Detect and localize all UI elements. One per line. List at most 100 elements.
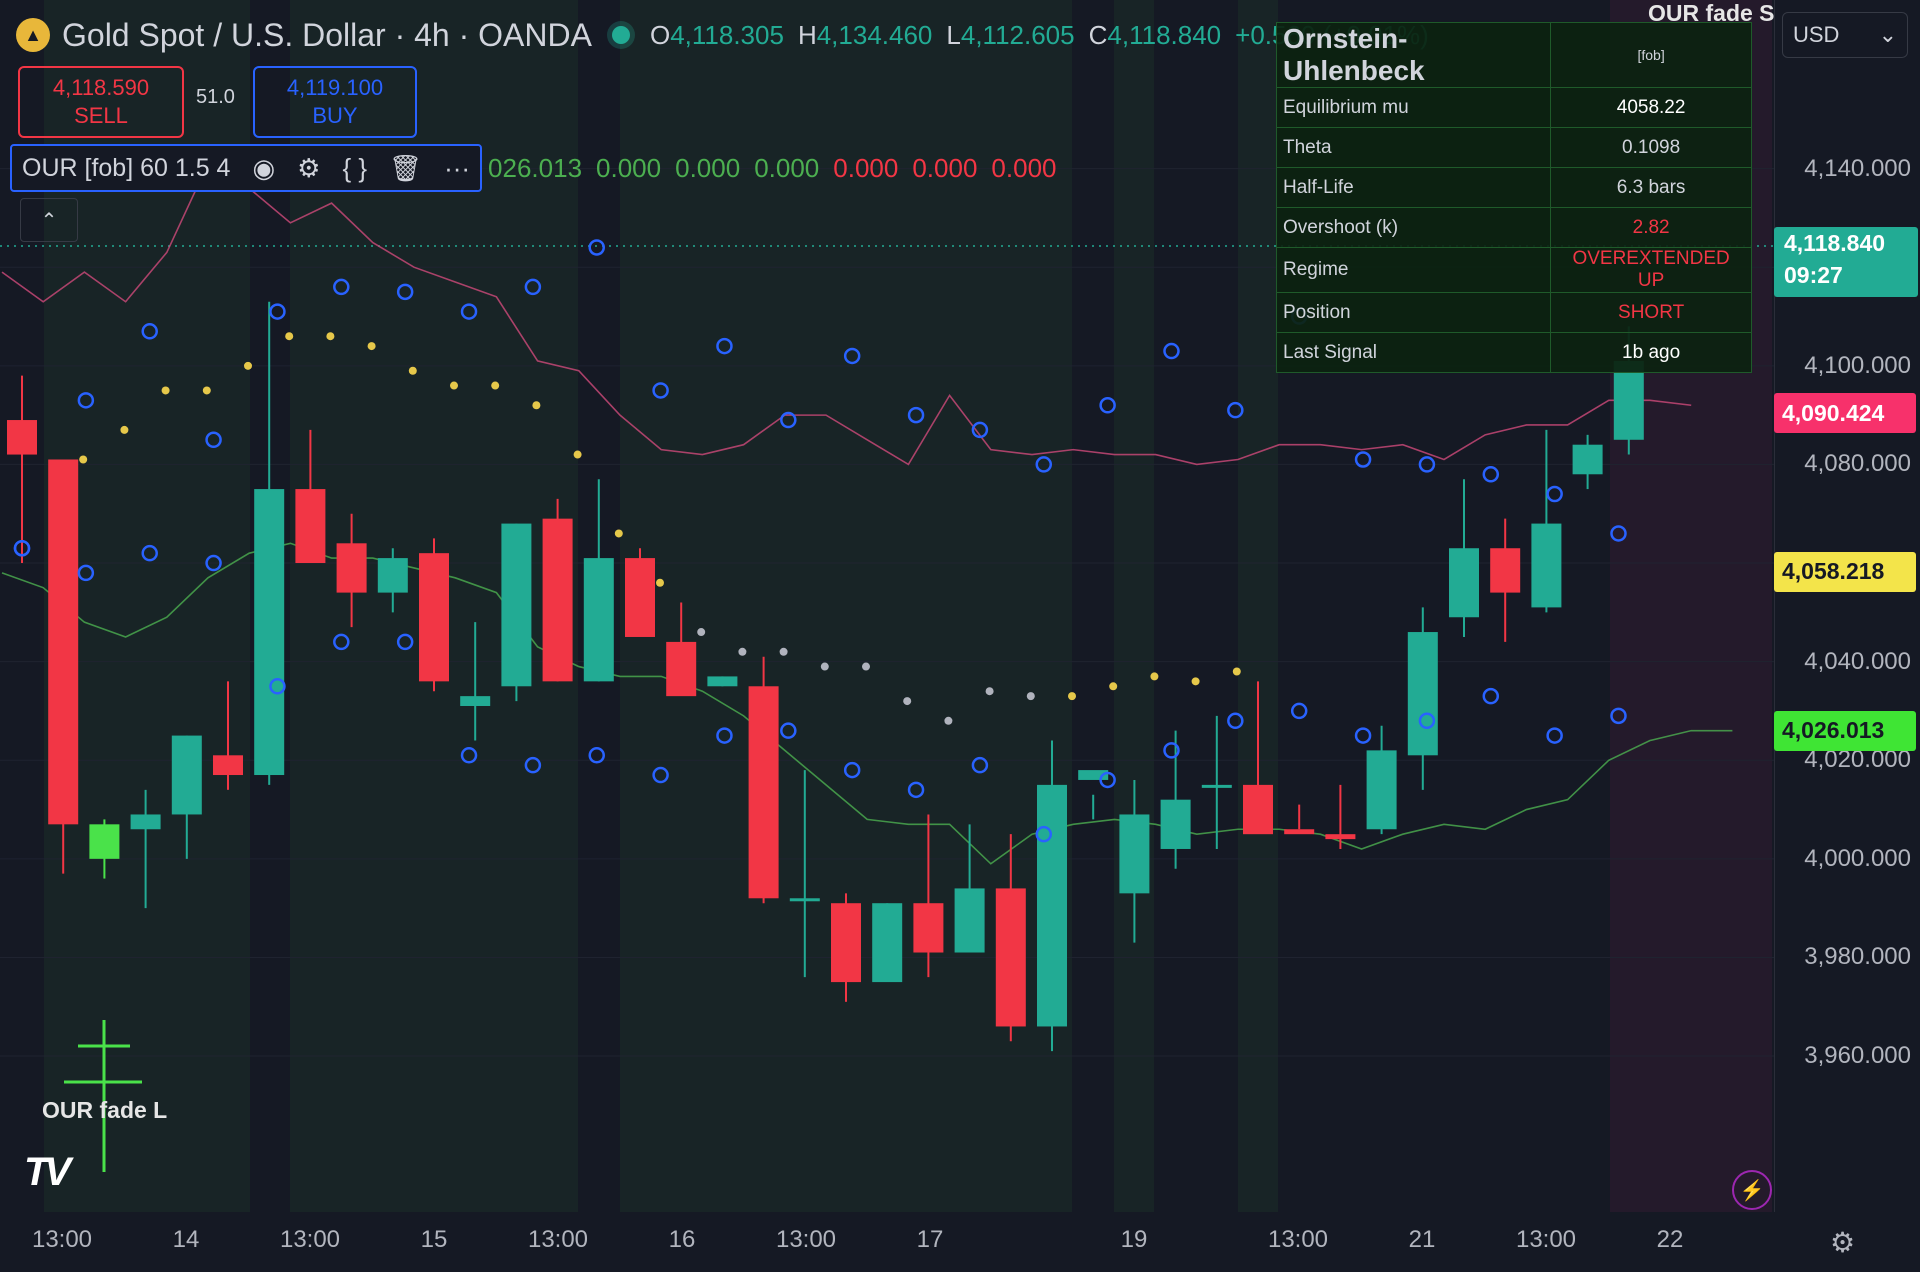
time-tick: 21 — [1408, 1226, 1436, 1253]
time-tick: 17 — [916, 1226, 944, 1253]
bias-dot — [903, 697, 912, 706]
upper-circle-marker — [1546, 485, 1563, 503]
candle-body — [336, 543, 367, 593]
upper-circle-marker — [1482, 466, 1500, 483]
candle-body — [1037, 784, 1067, 1027]
bias-dot — [491, 381, 500, 390]
candle-body — [995, 888, 1026, 1027]
candle-body — [707, 676, 738, 687]
ou-table-row: Last Signal 1b ago — [1275, 332, 1752, 373]
tradingview-logo[interactable]: TV — [24, 1150, 71, 1195]
candle-body — [7, 420, 37, 455]
bias-dot — [738, 647, 747, 656]
price-tick: 4,080.000 — [1804, 450, 1911, 478]
mid-circle-marker — [1354, 727, 1372, 744]
symbol-title[interactable]: Gold Spot / U.S. Dollar · 4h · OANDA — [62, 17, 592, 54]
ou-row-label: Half-Life — [1275, 167, 1552, 208]
ou-row-value: 1b ago — [1550, 332, 1752, 373]
upper-circle-marker — [588, 239, 605, 256]
chart-header: ▲ Gold Spot / U.S. Dollar · 4h · OANDA O… — [16, 10, 1429, 60]
bias-dot — [1109, 682, 1118, 691]
low-value: 4,112.605 — [960, 19, 1075, 50]
candle-body — [48, 459, 79, 825]
ou-table-row: Theta 0.1098 — [1275, 127, 1752, 168]
bias-dot — [161, 386, 170, 395]
candle-body — [954, 888, 985, 953]
candle-body — [583, 558, 614, 682]
bias-dot — [779, 647, 788, 656]
ou-row-value: 4058.22 — [1550, 87, 1752, 128]
settings-icon[interactable]: ⚙ — [297, 153, 320, 184]
bias-dot — [944, 716, 953, 725]
bias-dot — [614, 529, 623, 538]
bias-dot — [862, 662, 870, 671]
ou-row-label: Last Signal — [1275, 332, 1552, 373]
open-label: O — [649, 19, 671, 50]
price-tick: 4,040.000 — [1804, 647, 1911, 675]
time-tick: 13:00 — [31, 1226, 93, 1253]
ou-table-row: Equilibrium mu 4058.22 — [1275, 87, 1752, 128]
indicator-price-label: 4,058.218 — [1774, 551, 1916, 592]
candle-body — [501, 523, 532, 687]
candle-body — [1407, 632, 1438, 756]
trash-icon[interactable]: 🗑 — [389, 153, 422, 184]
buy-label: BUY — [312, 103, 358, 128]
source-code-icon[interactable]: { } — [342, 153, 367, 184]
price-axis[interactable]: 4,140.000 4,100.000 4,080.000 4,040.000 4,02… — [1774, 0, 1920, 1212]
bias-dot — [244, 361, 252, 370]
ou-row-value: 6.3 bars — [1550, 167, 1752, 208]
gear-icon[interactable]: ⚙ — [1830, 1226, 1855, 1259]
currency-select[interactable]: USD ⌄ — [1782, 12, 1908, 58]
ou-row-value: OVEREXTENDED UP — [1550, 247, 1752, 293]
candle-body — [1366, 750, 1397, 830]
ou-stats-table: Ornstein-Uhlenbeck [fob] Equilibrium mu 4… — [1275, 22, 1752, 373]
buy-button[interactable]: 4,119.100 BUY — [253, 66, 417, 138]
candle-body — [254, 489, 285, 776]
candle-body — [213, 755, 243, 776]
price-tick: 4,140.000 — [1804, 154, 1911, 182]
indicator-price-label: 4,026.013 — [1774, 710, 1916, 751]
indicator-legend: OUR [fob] 60 1.5 4 ◉ ⚙ { } 🗑 ··· 026.013… — [10, 144, 1057, 192]
bias-dot — [1232, 667, 1241, 676]
eye-icon[interactable]: ◉ — [252, 153, 275, 184]
gold-symbol-icon: ▲ — [16, 18, 50, 52]
price-tick: 3,960.000 — [1804, 1042, 1911, 1070]
indicator-name[interactable]: OUR [fob] 60 1.5 4 — [22, 154, 230, 183]
candle-body — [130, 814, 161, 830]
ou-row-value: 2.82 — [1550, 207, 1752, 248]
sell-button[interactable]: 4,118.590 SELL — [18, 66, 184, 138]
bias-dot — [1191, 677, 1200, 686]
open-value: 4,118.305 — [670, 19, 784, 50]
spread-value: 51.0 — [196, 86, 235, 108]
indicator-legend-box[interactable]: OUR [fob] 60 1.5 4 ◉ ⚙ { } 🗑 ··· — [10, 144, 483, 192]
bias-dot — [326, 332, 335, 341]
mid-circle-marker — [1546, 727, 1563, 744]
bias-dot — [573, 450, 582, 459]
ou-table-title: Ornstein-Uhlenbeck — [1275, 22, 1552, 88]
candle-body — [419, 553, 449, 682]
candle-body — [1490, 548, 1521, 593]
bias-dot — [532, 401, 541, 410]
more-icon[interactable]: ··· — [444, 153, 470, 184]
time-tick: 13:00 — [1515, 1226, 1577, 1253]
candle-body — [1325, 834, 1356, 840]
candle-body — [748, 686, 779, 899]
short-signal-label: OUR fade S — [1648, 0, 1775, 26]
bias-dot — [656, 578, 664, 587]
lightning-icon[interactable]: ⚡ — [1732, 1170, 1772, 1210]
high-label: H — [797, 19, 817, 50]
ou-table-row: Regime OVEREXTENDED UP — [1275, 247, 1752, 293]
candle-body — [295, 489, 326, 564]
bias-dot — [985, 687, 994, 696]
time-tick: 13:00 — [1267, 1226, 1329, 1253]
indicator-values: 026.013 0.000 0.000 0.000 0.000 0.000 0.000 — [488, 153, 1056, 184]
candle-body — [171, 735, 202, 815]
bias-dot — [408, 366, 417, 375]
candle-body — [1119, 814, 1150, 894]
chevron-up-icon: ⌃ — [40, 209, 58, 232]
collapse-legend-button[interactable]: ⌃ — [20, 198, 78, 242]
price-tick: 3,980.000 — [1804, 943, 1911, 971]
upper-circle-marker — [269, 303, 286, 320]
chevron-down-icon: ⌄ — [1878, 22, 1897, 47]
bias-dot — [1068, 692, 1076, 701]
